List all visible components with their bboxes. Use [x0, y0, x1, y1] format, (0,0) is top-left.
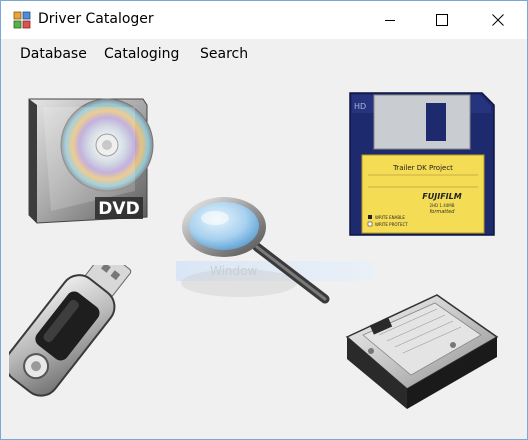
- main-window: Driver Cataloger Database Cataloging Sea…: [0, 0, 528, 440]
- floppy-brand-sub: formatted: [430, 209, 456, 215]
- title-bar[interactable]: Driver Cataloger: [1, 1, 527, 39]
- floppy-disk-image[interactable]: HD Trailer DK Project FUJIFILM 2HD 1.44M…: [346, 89, 498, 241]
- menu-cataloging[interactable]: Cataloging: [104, 46, 179, 62]
- floppy-hd-mark: HD: [354, 102, 366, 111]
- floppy-label-text: Trailer DK Project: [392, 164, 453, 172]
- floppy-capacity: 2HD 1.44MB: [429, 203, 454, 208]
- floppy-write-protect: WRITE PROTECT: [375, 222, 408, 227]
- close-button[interactable]: [475, 1, 521, 39]
- hard-disk-image[interactable]: [341, 277, 501, 417]
- client-area: Window DVD HD Trailer DK Project FUJIFIL…: [1, 69, 527, 439]
- minimize-button[interactable]: [367, 1, 413, 39]
- dvd-label: DVD: [98, 199, 139, 219]
- magnifier-image[interactable]: [179, 193, 334, 313]
- menu-bar: Database Cataloging Search: [1, 39, 527, 69]
- maximize-icon: [436, 14, 448, 26]
- window-title: Driver Cataloger: [38, 11, 154, 27]
- maximize-button[interactable]: [419, 1, 465, 39]
- floppy-brand: FUJIFILM: [422, 192, 461, 201]
- floppy-write-enable: WRITE ENABLE: [375, 215, 405, 220]
- app-icon: [13, 11, 31, 29]
- dvd-image[interactable]: DVD: [23, 93, 163, 227]
- menu-search[interactable]: Search: [200, 46, 248, 62]
- usb-drive-image[interactable]: [9, 265, 169, 413]
- minimize-icon: [385, 20, 395, 21]
- close-icon: [492, 14, 504, 26]
- menu-database[interactable]: Database: [20, 46, 87, 62]
